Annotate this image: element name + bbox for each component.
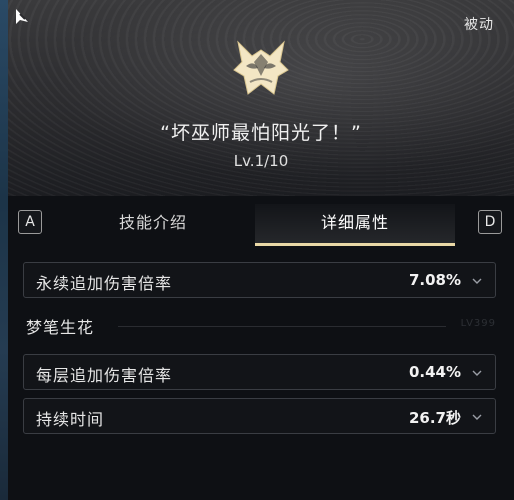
chevron-down-icon[interactable] [471,367,483,379]
cursor-arrow-icon [16,9,28,24]
section-header: 梦笔生花 LV399 [26,314,496,338]
active-tab-underline [255,243,455,246]
stat-value: 0.44% [408,363,461,381]
chevron-down-icon[interactable] [471,411,483,423]
stat-label: 持续时间 [36,410,105,429]
stat-row-duration[interactable]: 持续时间 26.7秒 [23,398,496,434]
tab-bar: A 技能介绍 详细属性 D [8,204,514,246]
skill-detail-panel: 被动 “坏巫师最怕阳光了！” Lv.1/10 A 技能介绍 详细属性 D 永续追… [8,0,514,500]
skill-level: Lv.1/10 [233,152,289,170]
left-background-strip [0,0,8,500]
stat-row-per-stack-bonus-damage[interactable]: 每层追加伤害倍率 0.44% [23,354,496,390]
stat-label: 永续追加伤害倍率 [36,274,173,293]
skill-quote-title: “坏巫师最怕阳光了！” [160,122,362,144]
next-tab-key-hint[interactable]: D [478,210,502,234]
tab-detailed-attributes-label: 详细属性 [320,213,389,232]
section-watermark: LV399 [460,318,496,329]
passive-type-label: 被动 [464,17,494,33]
stat-label: 每层追加伤害倍率 [36,366,173,385]
witch-mask-emblem-icon [233,40,289,95]
section-title: 梦笔生花 [26,318,95,337]
stat-value: 26.7秒 [408,409,461,427]
chevron-down-icon[interactable] [471,275,483,287]
previous-tab-key-hint[interactable]: A [18,210,42,234]
tab-detailed-attributes[interactable]: 详细属性 [255,204,455,246]
stat-value: 7.08% [408,271,461,289]
stat-row-permanent-bonus-damage[interactable]: 永续追加伤害倍率 7.08% [23,262,496,298]
skill-header: 被动 “坏巫师最怕阳光了！” Lv.1/10 [8,0,514,196]
tab-skill-intro[interactable]: 技能介绍 [68,204,238,246]
section-divider [118,326,446,327]
